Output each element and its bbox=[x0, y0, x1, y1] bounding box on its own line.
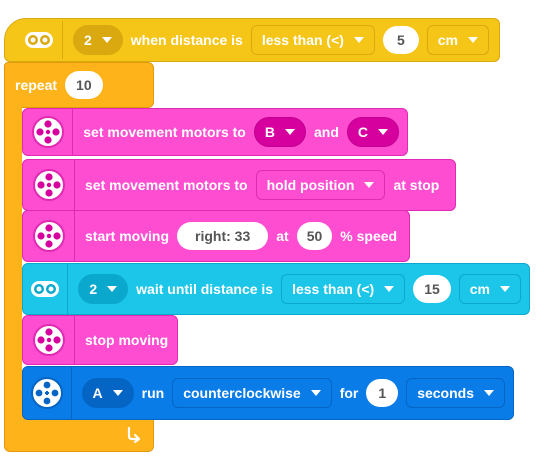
for-label: for bbox=[339, 385, 359, 401]
sensor-port-value: 2 bbox=[84, 32, 92, 48]
block-label: wait until distance is bbox=[136, 281, 274, 297]
chevron-down-icon bbox=[112, 390, 123, 396]
repeat-arm bbox=[4, 104, 22, 416]
comparison-value: less than (<) bbox=[261, 32, 344, 48]
run-label: run bbox=[141, 385, 165, 401]
sensor-port-dropdown[interactable]: 2 bbox=[78, 274, 129, 304]
and-label: and bbox=[313, 124, 339, 140]
motor-port-dropdown[interactable]: A bbox=[81, 378, 134, 408]
at-stop-label: at stop bbox=[393, 177, 440, 193]
chevron-down-icon bbox=[284, 129, 295, 135]
chevron-down-icon bbox=[353, 37, 364, 43]
block-label: stop moving bbox=[85, 332, 169, 348]
stop-mode-value: hold position bbox=[266, 177, 355, 193]
block-label: set movement motors to bbox=[85, 177, 248, 193]
unit-dropdown[interactable]: cm bbox=[458, 274, 521, 304]
chevron-down-icon bbox=[500, 286, 510, 292]
chevron-down-icon bbox=[310, 390, 321, 396]
port-value: B bbox=[264, 124, 275, 140]
motor-port-dropdown-c[interactable]: C bbox=[346, 117, 399, 147]
sensor-port-value: 2 bbox=[89, 281, 98, 297]
loop-arrow-icon bbox=[127, 426, 141, 443]
repeat-label: repeat bbox=[15, 77, 58, 93]
motor-run-for-block[interactable]: A run counterclockwise for 1 seconds bbox=[22, 366, 514, 420]
speed-suffix: % speed bbox=[340, 228, 398, 244]
unit-dropdown[interactable]: cm bbox=[426, 25, 489, 55]
distance-sensor-icon bbox=[15, 21, 63, 59]
comparison-dropdown[interactable]: less than (<) bbox=[250, 25, 375, 55]
comparison-value: less than (<) bbox=[292, 281, 375, 297]
chevron-down-icon bbox=[101, 37, 112, 43]
movement-wheel-icon bbox=[31, 116, 64, 148]
chevron-down-icon bbox=[378, 129, 388, 135]
unit-value: cm bbox=[437, 32, 458, 48]
movement-wheel-icon bbox=[32, 220, 65, 252]
start-moving-block[interactable]: start moving right: 33 at 50 % speed bbox=[22, 210, 410, 262]
port-value: C bbox=[357, 124, 368, 140]
direction-dropdown[interactable]: counterclockwise bbox=[172, 378, 332, 408]
block-label: start moving bbox=[85, 228, 170, 244]
distance-sensor-icon bbox=[31, 281, 60, 297]
when-distance-hat-block[interactable]: 2 when distance is less than (<) 5 cm bbox=[4, 18, 500, 62]
chevron-down-icon bbox=[484, 390, 494, 396]
motor-port-dropdown-b[interactable]: B bbox=[253, 117, 306, 147]
chevron-down-icon bbox=[467, 37, 478, 43]
steering-input[interactable]: right: 33 bbox=[177, 222, 269, 250]
unit-value: cm bbox=[469, 281, 490, 297]
stop-mode-dropdown[interactable]: hold position bbox=[255, 170, 386, 200]
motor-icon bbox=[30, 377, 63, 409]
chevron-down-icon bbox=[364, 182, 375, 188]
port-value: A bbox=[92, 385, 103, 401]
repeat-block[interactable]: repeat 10 bbox=[4, 62, 154, 108]
wait-until-distance-block[interactable]: 2 wait until distance is less than (<) 1… bbox=[22, 263, 530, 315]
set-movement-stop-block[interactable]: set movement motors to hold position at … bbox=[22, 159, 456, 211]
amount-input[interactable]: 1 bbox=[366, 379, 399, 407]
chevron-down-icon bbox=[384, 286, 395, 292]
stop-moving-block[interactable]: stop moving bbox=[22, 315, 178, 365]
comparison-dropdown[interactable]: less than (<) bbox=[281, 274, 406, 304]
unit-dropdown[interactable]: seconds bbox=[406, 378, 505, 408]
unit-value: seconds bbox=[417, 385, 474, 401]
distance-value-input[interactable]: 5 bbox=[382, 26, 419, 54]
movement-wheel-icon bbox=[32, 169, 65, 201]
set-movement-motors-block[interactable]: set movement motors to B and C bbox=[22, 108, 408, 156]
speed-input[interactable]: 50 bbox=[296, 222, 333, 250]
hat-label: when distance is bbox=[130, 32, 243, 48]
repeat-count-input[interactable]: 10 bbox=[65, 71, 103, 99]
direction-value: counterclockwise bbox=[183, 385, 301, 401]
distance-value-input[interactable]: 15 bbox=[413, 275, 451, 303]
movement-wheel-icon bbox=[32, 324, 65, 356]
sensor-port-dropdown[interactable]: 2 bbox=[73, 25, 123, 55]
block-label: set movement motors to bbox=[83, 124, 246, 140]
chevron-down-icon bbox=[107, 286, 118, 292]
at-label: at bbox=[276, 228, 289, 244]
